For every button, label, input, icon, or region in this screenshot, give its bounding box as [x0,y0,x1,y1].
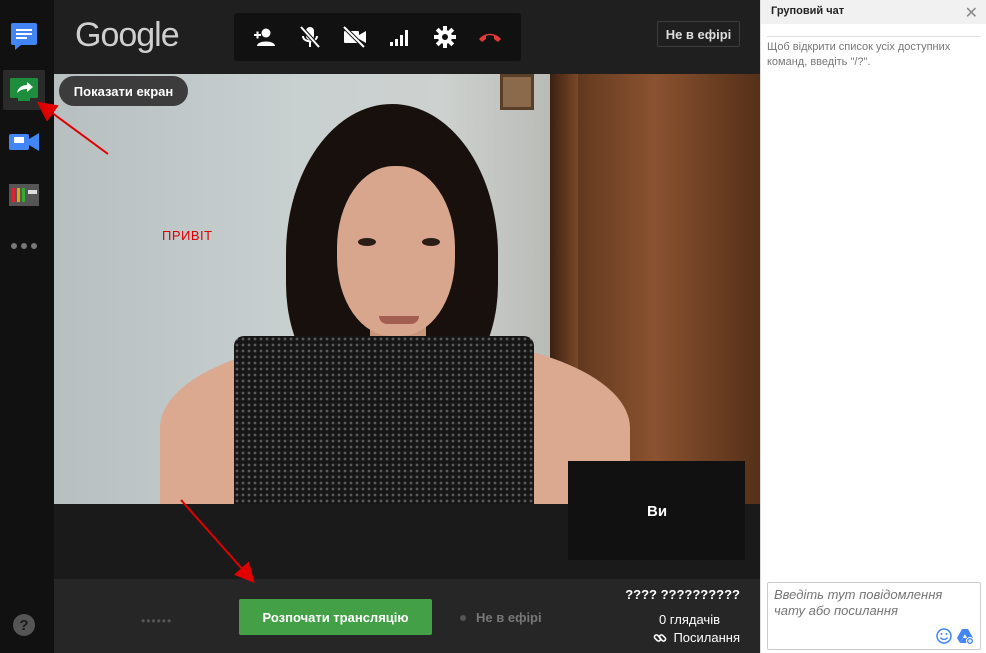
filmstrip-dots: •••••• [141,614,173,628]
mic-off-icon [299,25,321,49]
screenshare-icon [10,78,38,101]
settings-button[interactable] [428,20,462,54]
person-top [234,336,534,504]
start-broadcast-button[interactable]: Розпочати трансляцію [239,599,432,635]
invite-people-button[interactable] [248,20,282,54]
hang-up-button[interactable] [473,20,507,54]
viewer-count: 0 глядачів [658,612,720,627]
chat-app-button[interactable] [3,16,45,56]
drive-icon[interactable] [956,628,974,644]
help-icon: ? [19,616,29,634]
group-chat-panel: Груповий чат ✕ Щоб відкрити список усіх … [760,0,986,653]
on-air-badge: Не в ефірі [657,21,740,47]
link-icon [654,633,667,642]
event-title: ???? ?????????? [625,587,740,602]
links-label: Посилання [673,630,740,645]
person-face [337,166,455,336]
screenshare-tooltip: Показати екран [59,76,188,106]
self-view-label: Ви [647,503,668,520]
broadcast-status: Не в ефірі [460,610,542,625]
camera-off-button[interactable] [338,20,372,54]
annotation-text: ПРИВІТ [162,228,213,243]
add-person-icon [253,28,275,46]
more-apps-button[interactable] [3,226,45,266]
chat-icon [11,23,37,50]
chat-hint: Щоб відкрити список усіх доступних коман… [767,41,951,68]
signal-icon [390,30,409,46]
close-icon[interactable]: ✕ [965,3,978,23]
bandwidth-button[interactable] [383,20,417,54]
more-dots-icon [11,243,37,249]
wall-picture [500,74,534,110]
google-logo: Google [75,16,180,54]
gear-icon [434,26,457,48]
bottom-bar: •••••• Розпочати трансляцію Не в ефірі ?… [54,579,760,653]
camera-off-icon [342,26,366,48]
mute-mic-button[interactable] [293,20,327,54]
emoji-icon[interactable] [936,628,952,644]
links-button[interactable]: Посилання [653,630,740,645]
call-controls [234,13,521,61]
status-label: Не в ефірі [476,610,542,625]
main-video: ПРИВІТ [54,74,760,504]
cameraman-icon [9,133,39,151]
cameraman-button[interactable] [3,122,45,162]
status-dot-icon [460,614,466,621]
control-room-button[interactable] [3,174,45,214]
control-room-icon [9,184,39,206]
screenshare-button[interactable] [3,70,45,110]
hang-up-icon [479,33,502,42]
chat-title: Груповий чат [761,0,986,24]
left-rail: ? [0,0,54,653]
chat-divider [767,36,981,37]
help-button[interactable]: ? [13,614,35,636]
top-bar: Google Не в ефірі [54,0,760,74]
chat-input-actions [936,628,974,644]
